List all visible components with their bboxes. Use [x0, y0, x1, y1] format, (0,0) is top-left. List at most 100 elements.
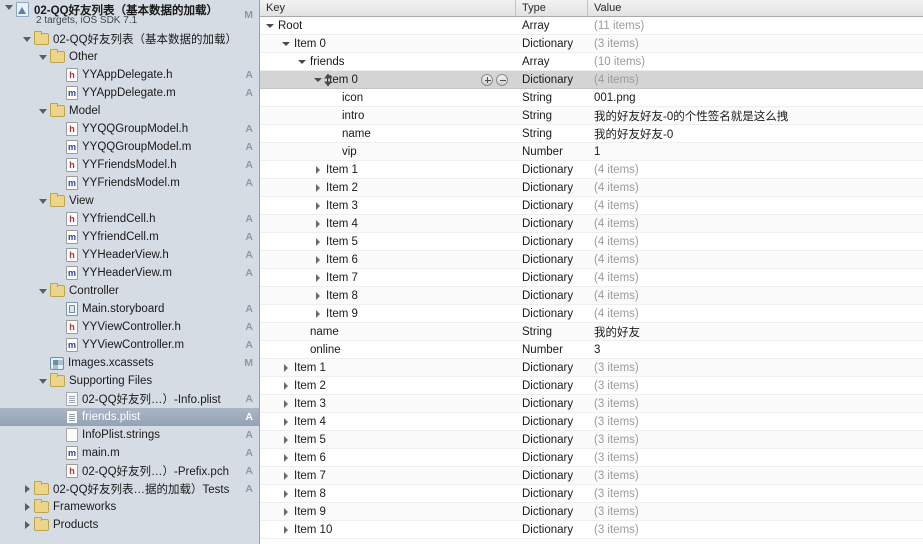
- disclosure-triangle-icon[interactable]: [330, 93, 340, 103]
- disclosure-triangle-icon[interactable]: [314, 309, 324, 319]
- plist-row[interactable]: Item 8Dictionary(4 items): [260, 287, 923, 305]
- disclosure-triangle-icon[interactable]: [38, 196, 49, 207]
- plist-row[interactable]: Item 6Dictionary(4 items): [260, 251, 923, 269]
- disclosure-triangle-icon[interactable]: [282, 39, 292, 49]
- plist-cell-key[interactable]: Item 10: [260, 521, 516, 538]
- plist-cell-value[interactable]: (4 items): [588, 251, 923, 268]
- plist-cell-key[interactable]: Item 0: [260, 71, 516, 88]
- disclosure-triangle-icon[interactable]: [38, 106, 49, 117]
- disclosure-triangle-icon[interactable]: [282, 399, 292, 409]
- navigator-item[interactable]: Images.xcassetsM: [0, 354, 259, 372]
- disclosure-triangle-icon[interactable]: [4, 2, 15, 13]
- plist-cell-type[interactable]: Dictionary: [516, 503, 588, 520]
- navigator-item[interactable]: h02-QQ好友列…）-Prefix.pchA: [0, 462, 259, 480]
- plist-cell-type[interactable]: Dictionary: [516, 287, 588, 304]
- plist-cell-value[interactable]: (4 items): [588, 197, 923, 214]
- navigator-item[interactable]: hYYQQGroupModel.hA: [0, 120, 259, 138]
- plist-cell-type[interactable]: Dictionary: [516, 449, 588, 466]
- plist-cell-value[interactable]: (4 items): [588, 233, 923, 250]
- plist-cell-value[interactable]: (3 items): [588, 449, 923, 466]
- plist-cell-key[interactable]: Item 3: [260, 197, 516, 214]
- plist-row[interactable]: iconString001.png: [260, 89, 923, 107]
- disclosure-triangle-icon[interactable]: [314, 237, 324, 247]
- plist-row[interactable]: Item 9Dictionary(3 items): [260, 503, 923, 521]
- plist-cell-type[interactable]: String: [516, 125, 588, 142]
- plist-row[interactable]: Item 9Dictionary(4 items): [260, 305, 923, 323]
- plist-cell-type[interactable]: Dictionary: [516, 359, 588, 376]
- plist-cell-type[interactable]: Dictionary: [516, 485, 588, 502]
- plist-cell-type[interactable]: Dictionary: [516, 179, 588, 196]
- plist-cell-key[interactable]: Item 8: [260, 287, 516, 304]
- disclosure-triangle-icon[interactable]: [38, 376, 49, 387]
- navigator-item-selected[interactable]: friends.plistA: [0, 408, 259, 426]
- plist-row[interactable]: friendsArray(10 items): [260, 53, 923, 71]
- disclosure-triangle-icon[interactable]: [282, 489, 292, 499]
- plist-cell-key[interactable]: online: [260, 341, 516, 358]
- plist-cell-type[interactable]: Dictionary: [516, 197, 588, 214]
- navigator-item[interactable]: mYYQQGroupModel.mA: [0, 138, 259, 156]
- plist-cell-value[interactable]: 我的好友好友-0: [588, 125, 923, 142]
- plist-cell-key[interactable]: Item 6: [260, 449, 516, 466]
- plist-cell-key[interactable]: Item 4: [260, 215, 516, 232]
- plist-cell-value[interactable]: (3 items): [588, 413, 923, 430]
- navigator-item[interactable]: hYYHeaderView.hA: [0, 246, 259, 264]
- plist-row[interactable]: Item 7Dictionary(3 items): [260, 467, 923, 485]
- disclosure-triangle-icon[interactable]: [314, 273, 324, 283]
- plist-cell-key[interactable]: Root: [260, 17, 516, 34]
- plist-cell-type[interactable]: Dictionary: [516, 377, 588, 394]
- disclosure-triangle-icon[interactable]: [298, 327, 308, 337]
- plist-cell-type[interactable]: String: [516, 89, 588, 106]
- column-header-type[interactable]: Type: [516, 0, 588, 16]
- type-stepper-icon[interactable]: [324, 73, 332, 86]
- disclosure-triangle-icon[interactable]: [38, 52, 49, 63]
- navigator-item[interactable]: mYYViewController.mA: [0, 336, 259, 354]
- disclosure-triangle-icon[interactable]: [314, 255, 324, 265]
- plist-cell-type[interactable]: Dictionary: [516, 413, 588, 430]
- disclosure-triangle-icon[interactable]: [282, 363, 292, 373]
- row-controls[interactable]: [481, 74, 508, 86]
- plist-cell-type[interactable]: Dictionary: [516, 521, 588, 538]
- plist-cell-type[interactable]: Dictionary: [516, 305, 588, 322]
- plist-cell-key[interactable]: Item 9: [260, 503, 516, 520]
- disclosure-triangle-icon[interactable]: [298, 345, 308, 355]
- disclosure-triangle-icon[interactable]: [314, 219, 324, 229]
- plist-cell-key[interactable]: Item 1: [260, 359, 516, 376]
- plist-row[interactable]: Item 3Dictionary(3 items): [260, 395, 923, 413]
- plist-cell-key[interactable]: Item 5: [260, 431, 516, 448]
- disclosure-triangle-icon[interactable]: [22, 520, 33, 531]
- disclosure-triangle-icon[interactable]: [282, 453, 292, 463]
- plist-row[interactable]: vipNumber1: [260, 143, 923, 161]
- disclosure-triangle-icon[interactable]: [282, 417, 292, 427]
- navigator-item[interactable]: Products: [0, 516, 259, 534]
- navigator-item[interactable]: Main.storyboardA: [0, 300, 259, 318]
- plist-row[interactable]: Item 2Dictionary(4 items): [260, 179, 923, 197]
- plist-cell-value[interactable]: (10 items): [588, 53, 923, 70]
- plist-row[interactable]: Item 2Dictionary(3 items): [260, 377, 923, 395]
- plist-row[interactable]: RootArray(11 items): [260, 17, 923, 35]
- navigator-item[interactable]: View: [0, 192, 259, 210]
- plist-row[interactable]: nameString我的好友: [260, 323, 923, 341]
- navigator-item[interactable]: Controller: [0, 282, 259, 300]
- disclosure-triangle-icon[interactable]: [282, 471, 292, 481]
- plist-cell-type[interactable]: String: [516, 323, 588, 340]
- plist-cell-key[interactable]: Item 1: [260, 161, 516, 178]
- plist-row[interactable]: introString我的好友好友-0的个性签名就是这么拽: [260, 107, 923, 125]
- plist-cell-value[interactable]: (3 items): [588, 467, 923, 484]
- add-row-icon[interactable]: [481, 74, 493, 86]
- disclosure-triangle-icon[interactable]: [314, 165, 324, 175]
- navigator-item[interactable]: 02-QQ好友列…）-Info.plistA: [0, 390, 259, 408]
- plist-cell-value[interactable]: (3 items): [588, 359, 923, 376]
- disclosure-triangle-icon[interactable]: [282, 525, 292, 535]
- disclosure-triangle-icon[interactable]: [22, 484, 33, 495]
- plist-editor[interactable]: Key Type Value RootArray(11 items)Item 0…: [260, 0, 923, 544]
- plist-cell-value[interactable]: (4 items): [588, 71, 923, 88]
- navigator-item[interactable]: Frameworks: [0, 498, 259, 516]
- plist-cell-key[interactable]: intro: [260, 107, 516, 124]
- plist-row-selected[interactable]: Item 0Dictionary(4 items): [260, 71, 923, 89]
- navigator-item[interactable]: InfoPlist.stringsA: [0, 426, 259, 444]
- disclosure-triangle-icon[interactable]: [314, 75, 324, 85]
- project-navigator[interactable]: 02-QQ好友列表（基本数据的加载） 2 targets, iOS SDK 7.…: [0, 0, 260, 544]
- plist-cell-value[interactable]: 我的好友好友-0的个性签名就是这么拽: [588, 107, 923, 124]
- plist-cell-key[interactable]: Item 8: [260, 485, 516, 502]
- disclosure-triangle-icon[interactable]: [314, 291, 324, 301]
